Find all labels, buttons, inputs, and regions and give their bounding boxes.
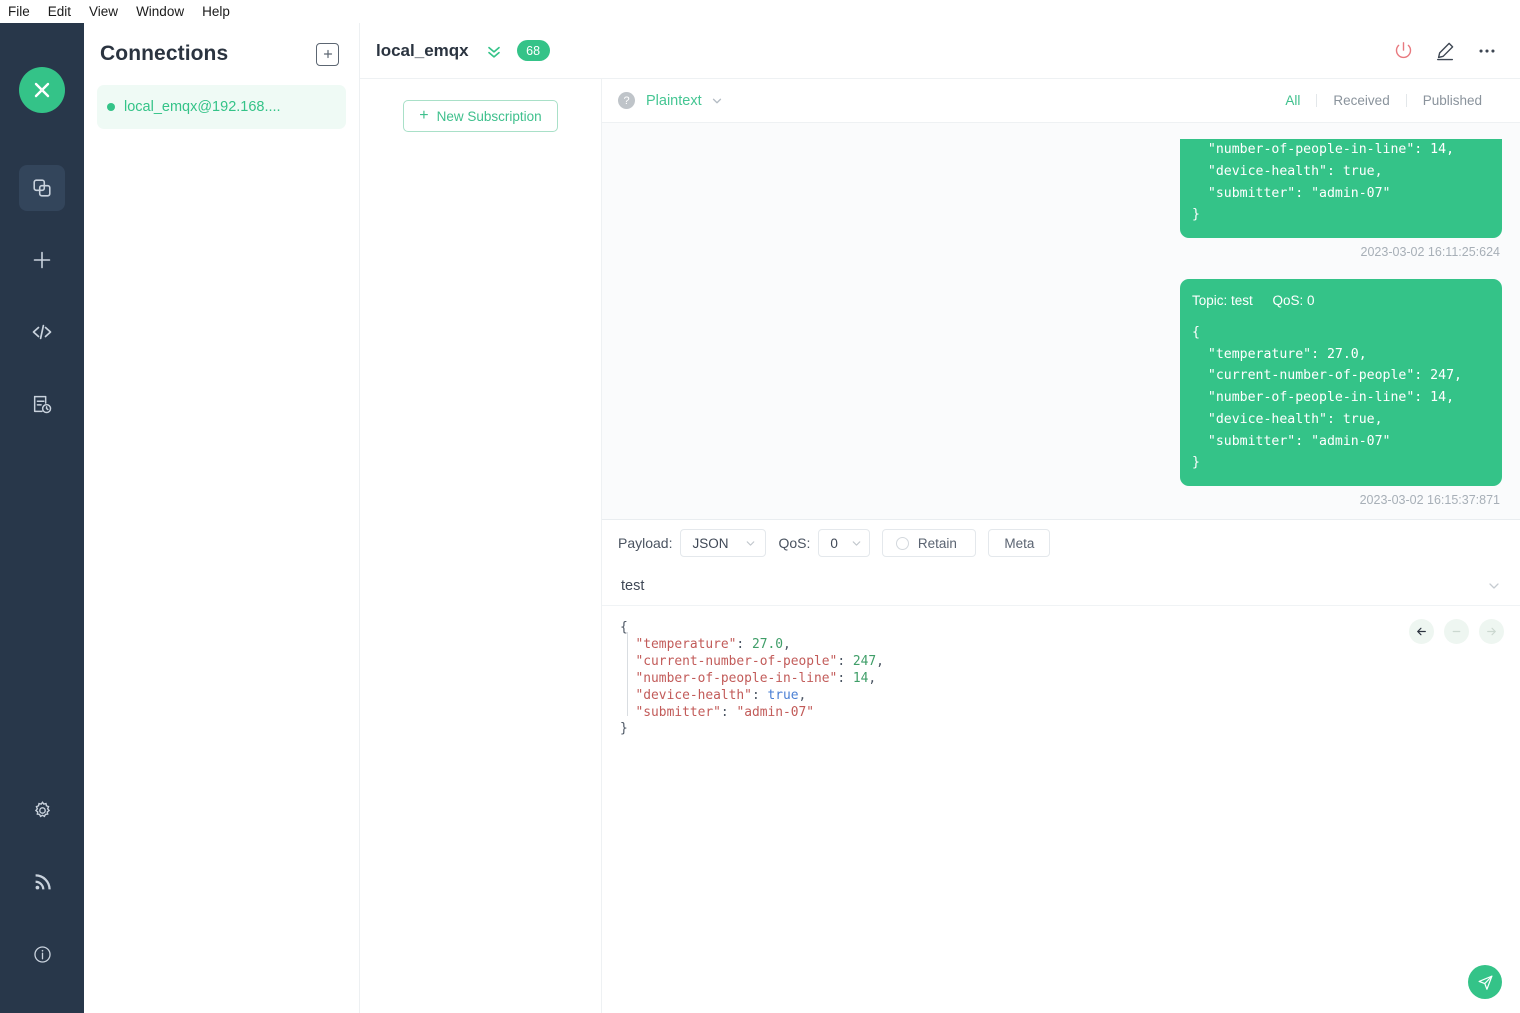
tab-received[interactable]: Received bbox=[1317, 93, 1405, 108]
messages-list: "number-of-people-in-line": 14, "device-… bbox=[602, 139, 1520, 507]
message-nav-buttons bbox=[1409, 619, 1504, 644]
messages-toolbar: ? Plaintext All Received Published bbox=[602, 79, 1520, 123]
publish-panel: Payload: JSON QoS: 0 bbox=[602, 519, 1520, 1013]
connections-header: Connections bbox=[84, 23, 359, 85]
editor-fold-guide bbox=[627, 632, 628, 716]
content-row: + New Subscription ? Plaintext All bbox=[360, 79, 1520, 1013]
send-message-button[interactable] bbox=[1468, 965, 1502, 999]
qos-value: 0 bbox=[830, 536, 838, 551]
connection-header: local_emqx 68 bbox=[360, 23, 1520, 79]
page-title: local_emqx bbox=[376, 41, 469, 61]
sidebar-item-connections[interactable] bbox=[19, 165, 65, 211]
double-chevron-down-icon[interactable] bbox=[484, 41, 504, 61]
subscriptions-panel: + New Subscription bbox=[360, 79, 602, 1013]
publish-topic-row[interactable]: test bbox=[602, 566, 1520, 606]
chevron-down-icon bbox=[850, 537, 863, 550]
message-qos: QoS: 0 bbox=[1273, 293, 1315, 308]
message-count-badge: 68 bbox=[517, 40, 550, 61]
sidebar-item-log[interactable] bbox=[19, 381, 65, 427]
qos-select[interactable]: 0 bbox=[818, 529, 870, 557]
settings-gear-icon[interactable] bbox=[19, 787, 65, 833]
message-payload: "number-of-people-in-line": 14, "device-… bbox=[1192, 139, 1486, 226]
left-icon-rail bbox=[0, 23, 84, 1013]
signal-icon[interactable] bbox=[19, 859, 65, 905]
message-timestamp: 2023-03-02 16:15:37:871 bbox=[1360, 493, 1500, 507]
payload-label: Payload: bbox=[618, 535, 672, 551]
message-timestamp: 2023-03-02 16:11:25:624 bbox=[1361, 245, 1500, 259]
menu-view[interactable]: View bbox=[89, 4, 118, 19]
message-topic: Topic: test bbox=[1192, 293, 1253, 308]
rail-secondary-icons bbox=[19, 787, 65, 977]
connection-list-item[interactable]: local_emqx@192.168.... bbox=[97, 85, 346, 129]
sidebar-item-new-connection[interactable] bbox=[19, 237, 65, 283]
message-filter-tabs: All Received Published bbox=[1269, 93, 1498, 108]
connections-list: local_emqx@192.168.... bbox=[84, 85, 359, 129]
header-actions bbox=[1393, 40, 1498, 62]
tab-published[interactable]: Published bbox=[1407, 93, 1498, 108]
publish-options-row: Payload: JSON QoS: 0 bbox=[602, 520, 1520, 566]
menu-edit[interactable]: Edit bbox=[48, 4, 71, 19]
rail-primary-icons bbox=[19, 165, 65, 427]
chevron-down-icon[interactable] bbox=[1486, 578, 1502, 594]
payload-format-value: JSON bbox=[692, 536, 728, 551]
edit-pen-icon[interactable] bbox=[1434, 40, 1456, 62]
info-icon[interactable] bbox=[19, 931, 65, 977]
prev-message-icon[interactable] bbox=[1409, 619, 1434, 644]
sidebar-item-code[interactable] bbox=[19, 309, 65, 355]
message-meta: Topic: test QoS: 0 bbox=[1192, 293, 1486, 308]
application-menu-bar: File Edit View Window Help bbox=[0, 0, 1520, 23]
chevron-down-icon[interactable] bbox=[710, 94, 724, 108]
connections-title: Connections bbox=[100, 42, 228, 66]
connection-status-dot bbox=[107, 103, 115, 111]
message-row: "number-of-people-in-line": 14, "device-… bbox=[602, 139, 1502, 279]
connection-name: local_emqx@192.168.... bbox=[124, 99, 281, 115]
retain-radio-icon bbox=[896, 537, 909, 550]
qos-label: QoS: bbox=[778, 535, 810, 551]
topic-input[interactable]: test bbox=[621, 578, 1486, 594]
mqttx-logo-icon bbox=[19, 67, 65, 113]
message-payload: { "temperature": 27.0, "current-number-o… bbox=[1192, 322, 1486, 474]
connections-panel: Connections local_emqx@192.168.... bbox=[84, 23, 360, 1013]
menu-window[interactable]: Window bbox=[136, 4, 184, 19]
new-subscription-label: New Subscription bbox=[437, 109, 542, 124]
next-message-icon[interactable] bbox=[1479, 619, 1504, 644]
message-row: Topic: test QoS: 0 { "temperature": 27.0… bbox=[602, 279, 1502, 507]
more-ellipsis-icon[interactable] bbox=[1476, 40, 1498, 62]
retain-label: Retain bbox=[918, 536, 957, 551]
meta-button[interactable]: Meta bbox=[988, 529, 1050, 557]
app-body: Connections local_emqx@192.168.... local… bbox=[0, 23, 1520, 1013]
payload-editor-content[interactable]: { "temperature": 27.0, "current-number-o… bbox=[620, 620, 1520, 738]
chevron-down-icon bbox=[744, 537, 757, 550]
payload-format-select[interactable]: JSON bbox=[680, 529, 766, 557]
new-subscription-button[interactable]: + New Subscription bbox=[403, 100, 558, 132]
message-bubble[interactable]: "number-of-people-in-line": 14, "device-… bbox=[1180, 139, 1502, 238]
help-question-icon[interactable]: ? bbox=[618, 92, 635, 109]
tab-all[interactable]: All bbox=[1269, 93, 1316, 108]
menu-file[interactable]: File bbox=[8, 4, 30, 19]
messages-scroll-area[interactable]: "number-of-people-in-line": 14, "device-… bbox=[602, 123, 1520, 519]
messages-column: ? Plaintext All Received Published bbox=[602, 79, 1520, 1013]
payload-format-label[interactable]: Plaintext bbox=[646, 93, 702, 109]
payload-editor[interactable]: { "temperature": 27.0, "current-number-o… bbox=[602, 606, 1520, 1013]
message-bubble[interactable]: Topic: test QoS: 0 { "temperature": 27.0… bbox=[1180, 279, 1502, 486]
disconnect-power-icon[interactable] bbox=[1393, 40, 1414, 61]
menu-help[interactable]: Help bbox=[202, 4, 230, 19]
main-area: local_emqx 68 bbox=[360, 23, 1520, 1013]
minus-icon[interactable] bbox=[1444, 619, 1469, 644]
retain-toggle[interactable]: Retain bbox=[882, 529, 976, 557]
plus-icon: + bbox=[419, 108, 428, 124]
add-connection-button[interactable] bbox=[316, 43, 339, 66]
